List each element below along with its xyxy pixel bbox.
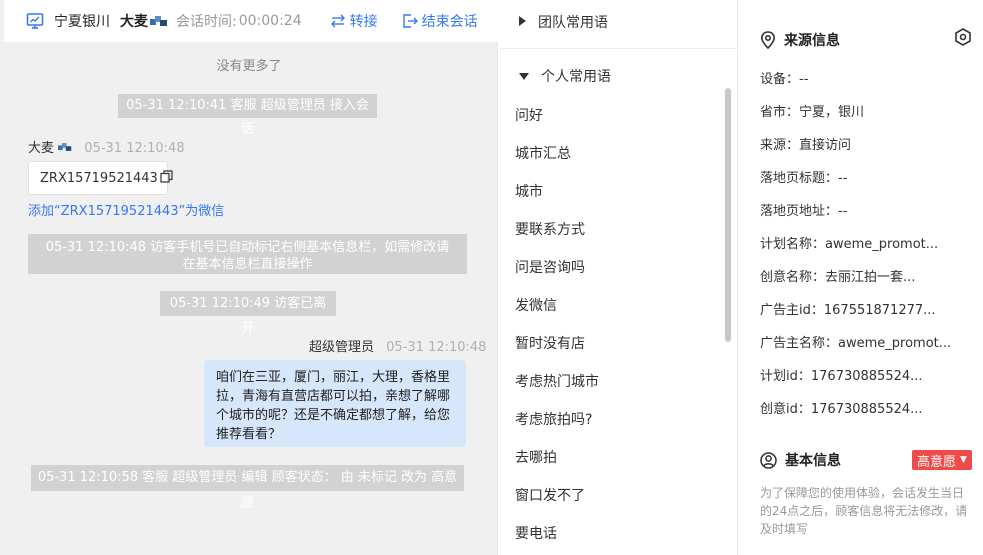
monitor-icon: [26, 12, 44, 30]
basic-info-label: 基本信息: [785, 453, 841, 469]
info-value: aweme_promot...: [838, 336, 952, 351]
phrase-item[interactable]: 去哪拍: [515, 447, 557, 467]
session-org: 宁夏银川: [54, 14, 110, 30]
system-note: 05-31 12:10:41 客服 超级管理员 接入会话: [118, 94, 377, 137]
phrase-item[interactable]: 暂时没有店: [515, 333, 585, 353]
info-row-advertiser-name: 广告主名称：aweme_promot...: [760, 332, 951, 351]
info-label: 落地页地址：: [760, 204, 839, 219]
info-label: 广告主名称：: [760, 336, 839, 351]
personal-phrases-group[interactable]: 个人常用语: [499, 54, 737, 98]
info-row-plan-name: 计划名称：aweme_promot...: [760, 233, 938, 252]
source-info-label: 来源信息: [784, 33, 840, 49]
info-value: --: [838, 171, 848, 186]
info-value: aweme_promot...: [825, 237, 939, 252]
info-label: 落地页标题：: [760, 171, 839, 186]
info-value: 宁夏，银川: [799, 105, 865, 120]
info-label: 创意id：: [760, 402, 811, 417]
info-value: 176730885524...: [810, 402, 923, 417]
info-row-plan-id: 计划id：176730885524...: [760, 365, 923, 384]
info-label: 设备：: [760, 72, 800, 87]
phrase-item[interactable]: 要电话: [515, 523, 557, 543]
divider: [499, 48, 737, 49]
info-row-landing-url: 落地页地址：--: [760, 200, 847, 219]
agent-message-meta: 超级管理员 05-31 12:10:48: [309, 336, 486, 355]
info-row-source: 来源：直接访问: [760, 134, 851, 153]
team-phrases-label: 团队常用语: [538, 15, 608, 31]
end-session-label: 结束会话: [421, 14, 478, 30]
intent-status-label: 高意愿: [917, 454, 957, 470]
session-time: 00:00:24: [238, 13, 302, 29]
session-visitor-name: 大麦: [120, 14, 148, 30]
customer-info-panel: 来源信息 设备：-- 省市：宁夏，银川 来源：直接访问 落地页标题：-- 落地页…: [739, 0, 983, 555]
basic-info-title: 基本信息: [760, 450, 841, 470]
phrase-item[interactable]: 考虑热门城市: [515, 371, 599, 391]
edit-notice: 为了保障您的使用体验，会话发生当日的24点之后，顾客信息将无法修改，请及时填写: [760, 486, 968, 536]
info-row-device: 设备：--: [760, 68, 808, 87]
team-phrases-group[interactable]: 团队常用语: [499, 0, 737, 44]
phrase-item[interactable]: 要联系方式: [515, 219, 585, 239]
transfer-label: 转接: [349, 14, 378, 30]
info-label: 来源：: [760, 138, 800, 153]
end-session-button[interactable]: 结束会话: [402, 11, 478, 31]
caret-down-icon: [519, 68, 529, 84]
divider: [737, 0, 738, 555]
visitor-message-time: 05-31 12:10:48: [84, 141, 185, 156]
visitor-name: 大麦: [28, 141, 55, 156]
caret-right-icon: [519, 14, 526, 30]
phrase-item[interactable]: 问是咨询吗: [515, 257, 585, 277]
caret-down-icon: ▼: [960, 455, 967, 465]
exit-icon: [402, 14, 418, 28]
info-row-creative-name: 创意名称：去丽江拍一套...: [760, 266, 915, 285]
info-label: 计划id：: [760, 369, 811, 384]
info-label: 广告主id：: [760, 303, 824, 318]
user-circle-icon: [760, 451, 777, 469]
wechat-id: ZRX15719521443: [40, 170, 158, 186]
location-pin-icon: [760, 31, 776, 49]
system-note: 05-31 12:10:58 客服 超级管理员 编辑 顾客状态： 由 未标记 改…: [31, 465, 464, 511]
chat-panel: 宁夏银川 大麦 会话时间: 00:00:24 转接 结束会话 没有更多了 05-…: [0, 0, 498, 555]
douyin-source-icon: [150, 15, 168, 27]
phrase-item[interactable]: 城市汇总: [515, 143, 571, 163]
phrase-list-scrollbar[interactable]: [725, 88, 731, 342]
info-value: 去丽江拍一套...: [825, 270, 916, 285]
info-row-province-city: 省市：宁夏，银川: [760, 101, 864, 120]
source-info-title: 来源信息: [760, 30, 840, 50]
no-more-history: 没有更多了: [216, 59, 282, 74]
phrase-item[interactable]: 问好: [515, 105, 543, 125]
info-row-landing-title: 落地页标题：--: [760, 167, 847, 186]
session-time-label: 会话时间:: [176, 14, 237, 30]
intent-status-dropdown[interactable]: 高意愿 ▼: [912, 450, 972, 470]
info-value: 167551871277...: [823, 303, 936, 318]
info-value: 176730885524...: [810, 369, 923, 384]
phrase-item[interactable]: 考虑旅拍吗?: [515, 409, 592, 429]
info-label: 省市：: [760, 105, 800, 120]
phrase-item[interactable]: 窗口发不了: [515, 485, 585, 505]
add-wechat-link[interactable]: 添加“ZRX15719521443”为微信: [28, 200, 224, 219]
info-value: --: [799, 72, 809, 87]
phrase-item[interactable]: 发微信: [515, 295, 557, 315]
info-label: 创意名称：: [760, 270, 826, 285]
chat-header: 宁夏银川 大麦 会话时间: 00:00:24 转接 结束会话: [4, 0, 498, 42]
system-note: 05-31 12:10:48 访客手机号已自动标记右侧基本信息栏，如需修改请在基…: [28, 234, 467, 274]
quick-phrase-panel: 团队常用语 个人常用语 问好 城市汇总 城市 要联系方式 问是咨询吗 发微信 暂…: [499, 0, 738, 555]
system-note: 05-31 12:10:49 访客已离开: [160, 291, 336, 336]
info-value: 直接访问: [799, 138, 852, 153]
agent-name: 超级管理员: [309, 340, 375, 355]
copy-icon[interactable]: [160, 169, 173, 187]
transfer-button[interactable]: 转接: [330, 11, 378, 31]
info-label: 计划名称：: [760, 237, 826, 252]
info-row-creative-id: 创意id：176730885524...: [760, 398, 923, 417]
wechat-id-card: ZRX15719521443: [28, 161, 173, 195]
transfer-icon: [330, 14, 345, 28]
agent-message-time: 05-31 12:10:48: [386, 340, 487, 355]
agent-message-bubble: 咱们在三亚，厦门，丽江，大理，香格里拉，青海有直营店都可以拍，亲想了解哪个城市的…: [204, 360, 466, 447]
info-row-advertiser-id: 广告主id：167551871277...: [760, 299, 936, 318]
visitor-message-meta: 大麦 05-31 12:10:48: [28, 137, 185, 156]
douyin-source-icon: [58, 141, 72, 156]
app-root: 宁夏银川 大麦 会话时间: 00:00:24 转接 结束会话 没有更多了 05-…: [0, 0, 983, 555]
info-value: --: [838, 204, 848, 219]
personal-phrases-label: 个人常用语: [541, 69, 611, 85]
phrase-item[interactable]: 城市: [515, 181, 543, 201]
locate-target-icon[interactable]: [954, 28, 972, 50]
